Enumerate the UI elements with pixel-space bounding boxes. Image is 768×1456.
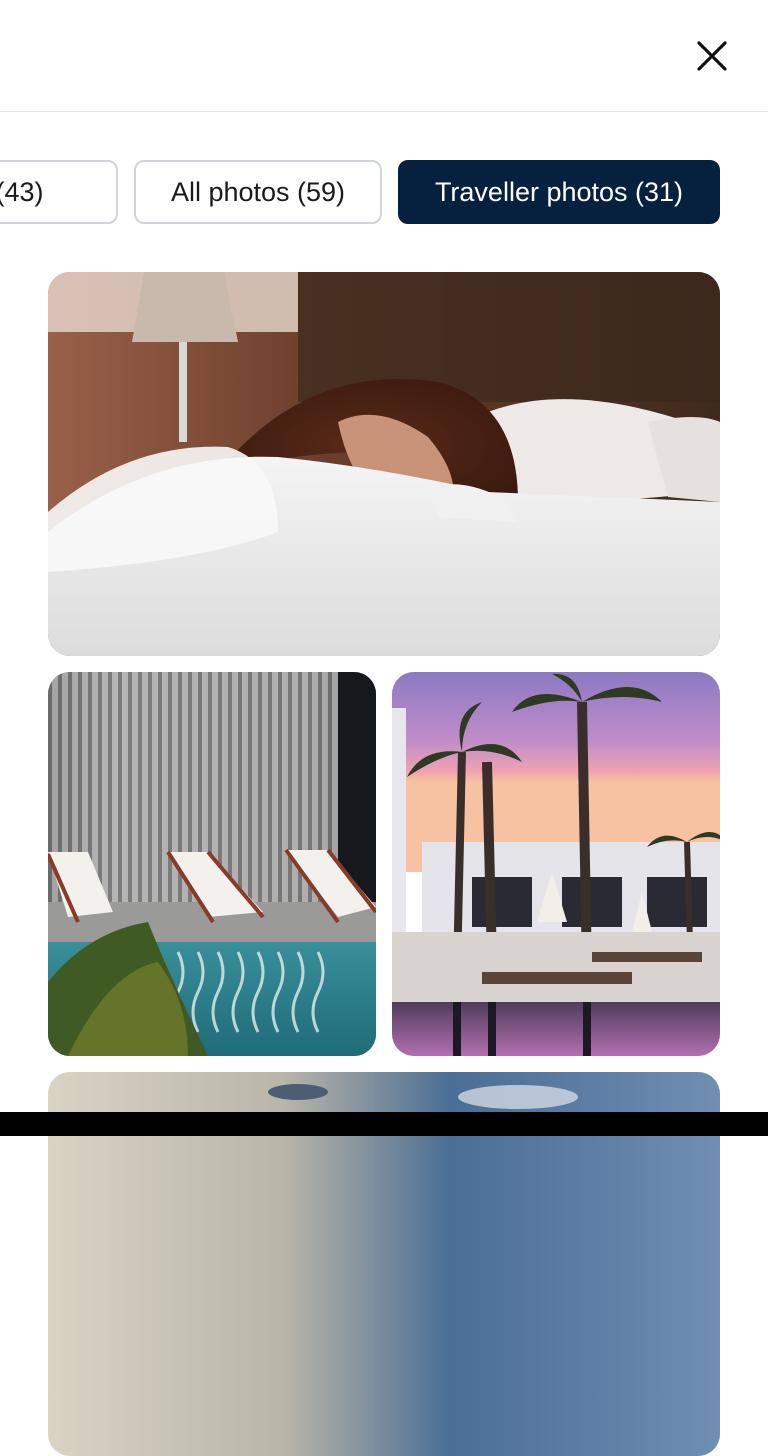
system-navigation-bar: [0, 1112, 768, 1136]
tab-all-photos[interactable]: All photos (59): [134, 160, 382, 224]
photo-pool-deck-chairs[interactable]: [48, 672, 376, 1056]
tab-traveller-photos[interactable]: Traveller photos (31): [398, 160, 720, 224]
header: [0, 0, 768, 112]
close-icon: [697, 41, 727, 71]
tab-traveller-photos-label: Traveller photos (31): [434, 176, 684, 207]
photo-woman-on-bed[interactable]: [48, 272, 720, 656]
photo-filter-tabs: os (43) All photos (59) Traveller photos…: [0, 160, 768, 224]
photo-palms-sunset-image: [392, 672, 720, 1056]
photo-woman-on-bed-image: [48, 272, 720, 656]
close-button[interactable]: [688, 32, 736, 80]
tab-hotel-photos[interactable]: os (43): [0, 160, 118, 224]
tab-hotel-photos-label: os (43): [0, 176, 44, 207]
photo-palms-sunset[interactable]: [392, 672, 720, 1056]
tab-all-photos-label: All photos (59): [170, 176, 346, 207]
photo-pool-deck-chairs-image: [48, 672, 376, 1056]
